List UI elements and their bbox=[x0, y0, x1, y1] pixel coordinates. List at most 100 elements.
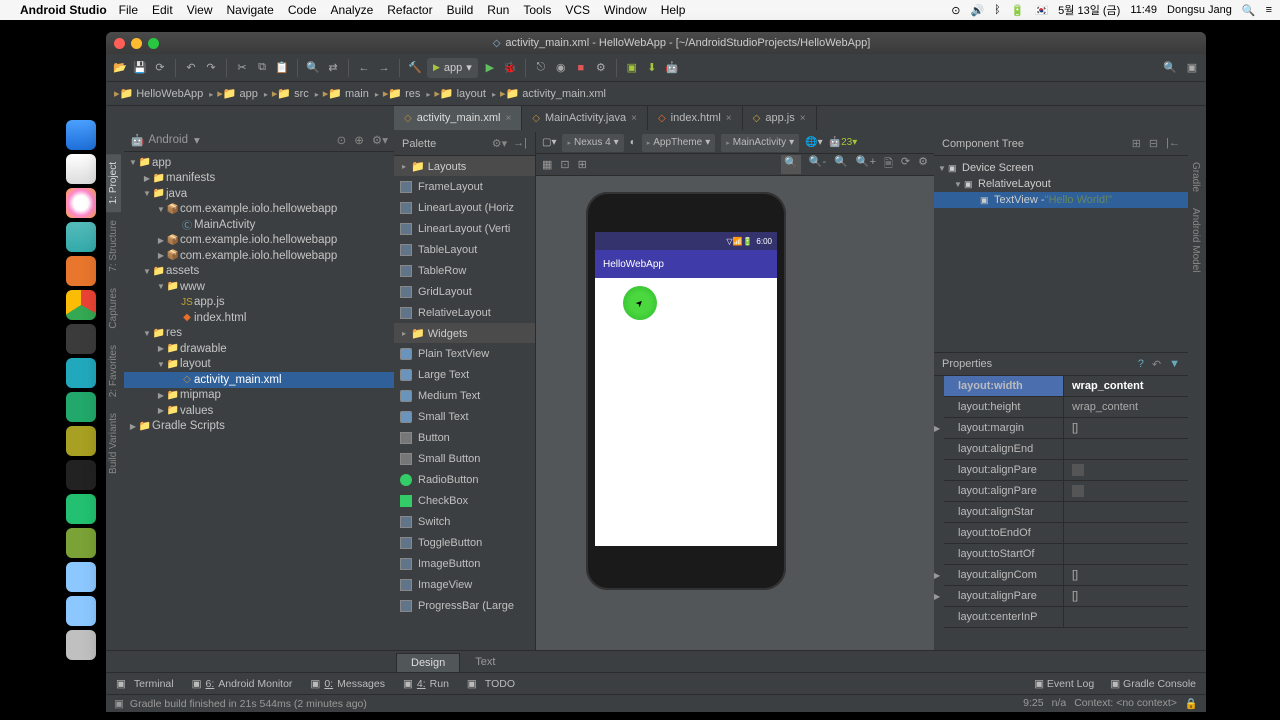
property-row[interactable]: layout:alignEnd bbox=[934, 439, 1188, 460]
editor-tab[interactable]: ◇activity_main.xml× bbox=[394, 106, 522, 130]
settings-icon[interactable]: ⚙ bbox=[918, 155, 928, 174]
tree-item[interactable]: JS app.js bbox=[124, 295, 394, 311]
toolwindow-tab[interactable]: ▣ 4: Run bbox=[403, 678, 449, 690]
tree-item[interactable]: ▶📁 mipmap bbox=[124, 388, 394, 404]
palette-item[interactable]: RelativeLayout bbox=[394, 302, 535, 323]
dock-androidstudio[interactable] bbox=[66, 528, 96, 558]
palette-item[interactable]: LinearLayout (Verti bbox=[394, 218, 535, 239]
dock-photos[interactable] bbox=[66, 188, 96, 218]
tree-item[interactable]: ◆ index.html bbox=[124, 310, 394, 326]
breadcrumb-item[interactable]: ▸📁 main bbox=[323, 87, 379, 100]
run-icon[interactable]: ▶ bbox=[482, 60, 498, 76]
tree-item[interactable]: ▶📁 values bbox=[124, 403, 394, 419]
palette-item[interactable]: TableRow bbox=[394, 260, 535, 281]
menu-icon[interactable]: ≡ bbox=[1266, 4, 1272, 16]
dock-finder[interactable] bbox=[66, 120, 96, 150]
property-row[interactable]: layout:toStartOf bbox=[934, 544, 1188, 565]
export-icon[interactable]: 🗎 bbox=[884, 155, 893, 174]
android-icon[interactable]: 🤖 bbox=[664, 60, 680, 76]
zoom-in-icon[interactable]: 🔍+ bbox=[856, 155, 876, 174]
toolwindow-tab[interactable]: ▣ Gradle Console bbox=[1110, 678, 1196, 690]
tree-item[interactable]: ▼📁 assets bbox=[124, 264, 394, 280]
menu-run[interactable]: Run bbox=[487, 3, 509, 17]
zoom-button[interactable] bbox=[148, 38, 159, 49]
filter-icon[interactable]: ▼ bbox=[1169, 358, 1180, 371]
property-row[interactable]: layout:alignPare bbox=[934, 460, 1188, 481]
dock-terminal[interactable] bbox=[66, 460, 96, 490]
refresh-icon[interactable]: ⟳ bbox=[901, 155, 910, 174]
flag-icon[interactable]: 🇰🇷 bbox=[1034, 4, 1048, 17]
palette-item[interactable]: Switch bbox=[394, 511, 535, 532]
palette-item[interactable]: Medium Text bbox=[394, 385, 535, 406]
editor-tab[interactable]: ◇MainActivity.java× bbox=[522, 106, 648, 130]
menu-analyze[interactable]: Analyze bbox=[331, 3, 374, 17]
battery-icon[interactable]: 🔋 bbox=[1011, 4, 1025, 17]
breadcrumb-item[interactable]: ▸📁 activity_main.xml bbox=[500, 87, 606, 100]
component-row[interactable]: ▼▣Device Screen bbox=[934, 160, 1188, 176]
context-label[interactable]: Context: <no context> bbox=[1074, 697, 1177, 710]
tree-item[interactable]: ▶📁 manifests bbox=[124, 171, 394, 187]
menu-refactor[interactable]: Refactor bbox=[387, 3, 432, 17]
properties-table[interactable]: layout:widthwrap_contentlayout:heightwra… bbox=[934, 376, 1188, 628]
menu-file[interactable]: File bbox=[119, 3, 138, 17]
breadcrumb-item[interactable]: ▸📁 app bbox=[217, 87, 268, 100]
tree-item[interactable]: ▼📁 layout bbox=[124, 357, 394, 373]
run-config-selector[interactable]: app▾ bbox=[427, 58, 478, 78]
palette-item[interactable]: Small Text bbox=[394, 406, 535, 427]
gear-icon[interactable]: ⚙▾ bbox=[492, 137, 507, 150]
settings-icon[interactable]: ▣ bbox=[1184, 60, 1200, 76]
tree-item[interactable]: ▶📁 Gradle Scripts bbox=[124, 419, 394, 435]
settings-icon[interactable]: ⚙▾ bbox=[372, 133, 388, 147]
zoom-out-icon[interactable]: 🔍- bbox=[809, 155, 826, 174]
project-tree[interactable]: ▼📁 app▶📁 manifests▼📁 java▼📦 com.example.… bbox=[124, 152, 394, 437]
caret-position[interactable]: 9:25 bbox=[1023, 697, 1043, 710]
palette-item[interactable]: CheckBox bbox=[394, 490, 535, 511]
theme-icon[interactable]: ◐ bbox=[630, 137, 636, 148]
device-selector[interactable]: Nexus 4▾ bbox=[562, 134, 623, 152]
lock-icon[interactable]: 🔒 bbox=[1185, 697, 1198, 710]
menu-window[interactable]: Window bbox=[604, 3, 647, 17]
breadcrumb-item[interactable]: ▸📁 res bbox=[383, 87, 431, 100]
status-icon[interactable]: ▣ bbox=[114, 698, 124, 710]
volume-icon[interactable]: 🔊 bbox=[970, 4, 984, 17]
palette-item[interactable]: Plain TextView bbox=[394, 343, 535, 364]
theme-selector[interactable]: AppTheme▾ bbox=[642, 134, 715, 152]
attach-icon[interactable]: ⎋ bbox=[533, 60, 549, 76]
margins-icon[interactable]: ⊞ bbox=[578, 158, 587, 171]
palette-category[interactable]: 📁 Layouts bbox=[394, 156, 535, 176]
menu-navigate[interactable]: Navigate bbox=[226, 3, 273, 17]
zoom-reset-icon[interactable]: 🔍 bbox=[834, 155, 848, 174]
sync-icon[interactable]: ⟳ bbox=[152, 60, 168, 76]
help-icon[interactable]: ? bbox=[1138, 358, 1144, 371]
dock-pycharm[interactable] bbox=[66, 426, 96, 456]
property-row[interactable]: layout:widthwrap_content bbox=[934, 376, 1188, 397]
undo-icon[interactable]: ↶ bbox=[183, 60, 199, 76]
property-row[interactable]: ▶layout:alignPare[] bbox=[934, 586, 1188, 607]
property-row[interactable]: layout:alignPare bbox=[934, 481, 1188, 502]
tree-item[interactable]: ▼📁 java bbox=[124, 186, 394, 202]
make-icon[interactable]: 🔨 bbox=[407, 60, 423, 76]
breadcrumb-item[interactable]: ▸📁 layout bbox=[434, 87, 496, 100]
breadcrumb-item[interactable]: ▸📁 HelloWebApp bbox=[114, 87, 213, 100]
component-row[interactable]: ▣TextView - "Hello World!" bbox=[934, 192, 1188, 208]
sidetab-buildvariants[interactable]: Build Variants bbox=[106, 405, 121, 482]
editor-tab[interactable]: ◇app.js× bbox=[743, 106, 817, 130]
palette-item[interactable]: LinearLayout (Horiz bbox=[394, 197, 535, 218]
tree-item[interactable]: ▼📁 res bbox=[124, 326, 394, 342]
app-name[interactable]: Android Studio bbox=[20, 3, 107, 17]
tree-item[interactable]: ▶📦 com.example.iolo.hellowebapp bbox=[124, 233, 394, 249]
minimize-button[interactable] bbox=[131, 38, 142, 49]
stop-icon[interactable]: ■ bbox=[573, 60, 589, 76]
restore-icon[interactable]: ↶ bbox=[1152, 358, 1161, 371]
locale-icon[interactable]: 🌐▾ bbox=[805, 137, 822, 148]
target-icon[interactable]: ⊕ bbox=[354, 133, 364, 147]
profile-icon[interactable]: ⚙ bbox=[593, 60, 609, 76]
tab-text[interactable]: Text bbox=[460, 652, 510, 672]
open-icon[interactable]: 📂 bbox=[112, 60, 128, 76]
menu-tools[interactable]: Tools bbox=[523, 3, 551, 17]
debug-icon[interactable]: 🐞 bbox=[502, 60, 518, 76]
property-row[interactable]: layout:alignStar bbox=[934, 502, 1188, 523]
wifi-icon[interactable]: ⊙ bbox=[951, 4, 960, 17]
dock-emulator[interactable] bbox=[66, 494, 96, 524]
dock-safari[interactable] bbox=[66, 222, 96, 252]
